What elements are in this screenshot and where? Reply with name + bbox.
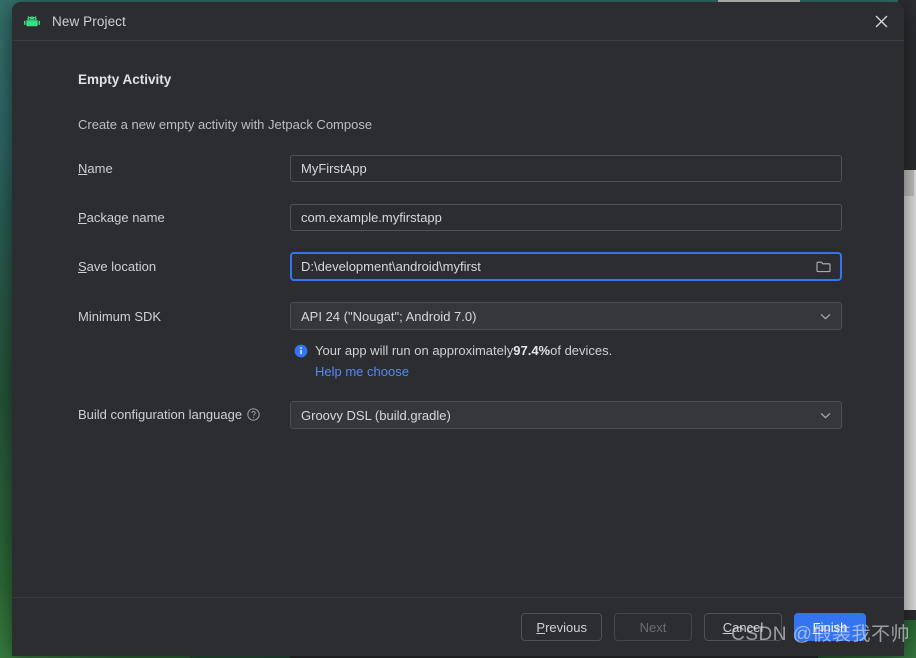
info-icon xyxy=(294,344,308,358)
finish-button-mnemonic: F xyxy=(812,619,821,635)
sdk-coverage-percent: 97.4% xyxy=(513,343,551,358)
package-name-input-value: com.example.myfirstapp xyxy=(301,209,442,225)
previous-button-mnemonic: P xyxy=(536,619,546,635)
cancel-button-mnemonic: C xyxy=(722,619,733,635)
new-project-dialog: New Project Empty Activity Create a new … xyxy=(12,2,904,656)
save-location-label-rest: ave location xyxy=(86,259,157,274)
row-name: Name MyFirstApp xyxy=(78,154,856,182)
project-form: Name MyFirstApp Package name com.example… xyxy=(78,154,856,429)
cancel-button-label: ancel xyxy=(732,619,764,635)
save-location-label: Save location xyxy=(78,259,290,274)
build-configuration-language-label: Build configuration language xyxy=(78,407,290,424)
save-location-input[interactable]: D:\development\android\myfirst xyxy=(290,252,842,281)
screen: New Project Empty Activity Create a new … xyxy=(0,0,916,658)
package-name-label-mnemonic: P xyxy=(78,209,87,225)
package-name-label: Package name xyxy=(78,210,290,225)
row-package-name: Package name com.example.myfirstapp xyxy=(78,203,856,231)
row-save-location: Save location D:\development\android\myf… xyxy=(78,252,856,281)
dialog-titlebar: New Project xyxy=(12,2,904,41)
next-button-label: Next xyxy=(639,619,667,635)
package-name-label-rest: ackage name xyxy=(86,209,165,225)
close-icon[interactable] xyxy=(858,2,904,40)
build-configuration-language-label-text: Build configuration language xyxy=(78,406,243,422)
build-configuration-language-select[interactable]: Groovy DSL (build.gradle) xyxy=(290,401,842,429)
help-me-choose-link[interactable]: Help me choose xyxy=(315,364,409,379)
dialog-content: Empty Activity Create a new empty activi… xyxy=(12,41,904,597)
row-minimum-sdk: Minimum SDK API 24 ("Nougat"; Android 7.… xyxy=(78,302,856,330)
sdk-coverage-text: Your app will run on approximately 97.4%… xyxy=(294,343,856,358)
minimum-sdk-select[interactable]: API 24 ("Nougat"; Android 7.0) xyxy=(290,302,842,330)
android-icon xyxy=(24,13,40,29)
sdk-coverage-prefix: Your app will run on approximately xyxy=(315,343,514,358)
name-input-value: MyFirstApp xyxy=(301,160,367,176)
sdk-coverage-suffix: of devices. xyxy=(550,343,613,358)
package-name-input[interactable]: com.example.myfirstapp xyxy=(290,203,842,231)
save-location-input-value: D:\development\android\myfirst xyxy=(301,259,481,274)
build-configuration-language-value: Groovy DSL (build.gradle) xyxy=(301,407,451,423)
next-button: Next xyxy=(614,613,692,641)
previous-button[interactable]: Previous xyxy=(521,613,602,641)
previous-button-label: revious xyxy=(545,619,587,635)
row-build-configuration-language: Build configuration language Groovy DSL … xyxy=(78,401,856,429)
name-label-rest: ame xyxy=(87,160,113,176)
minimum-sdk-label: Minimum SDK xyxy=(78,308,162,324)
name-label-mnemonic: N xyxy=(78,160,88,176)
dialog-title: New Project xyxy=(52,13,126,29)
cancel-button[interactable]: Cancel xyxy=(704,613,782,641)
template-description: Create a new empty activity with Jetpack… xyxy=(78,117,373,132)
save-location-label-mnemonic: S xyxy=(78,259,87,274)
sdk-coverage-info: Your app will run on approximately 97.4%… xyxy=(294,343,856,381)
template-title: Empty Activity xyxy=(78,72,172,87)
background-window-scrollbar-thumb[interactable] xyxy=(904,170,914,196)
help-circle-icon[interactable] xyxy=(247,407,260,424)
chevron-down-icon xyxy=(820,313,831,320)
folder-icon[interactable] xyxy=(816,260,831,273)
name-label: Name xyxy=(78,161,290,176)
dialog-button-bar: Previous Next Cancel Finish xyxy=(12,597,904,656)
minimum-sdk-value: API 24 ("Nougat"; Android 7.0) xyxy=(301,308,477,324)
chevron-down-icon xyxy=(820,412,831,419)
name-input[interactable]: MyFirstApp xyxy=(290,154,842,182)
finish-button[interactable]: Finish xyxy=(794,613,866,641)
finish-button-label: inish xyxy=(820,619,848,635)
